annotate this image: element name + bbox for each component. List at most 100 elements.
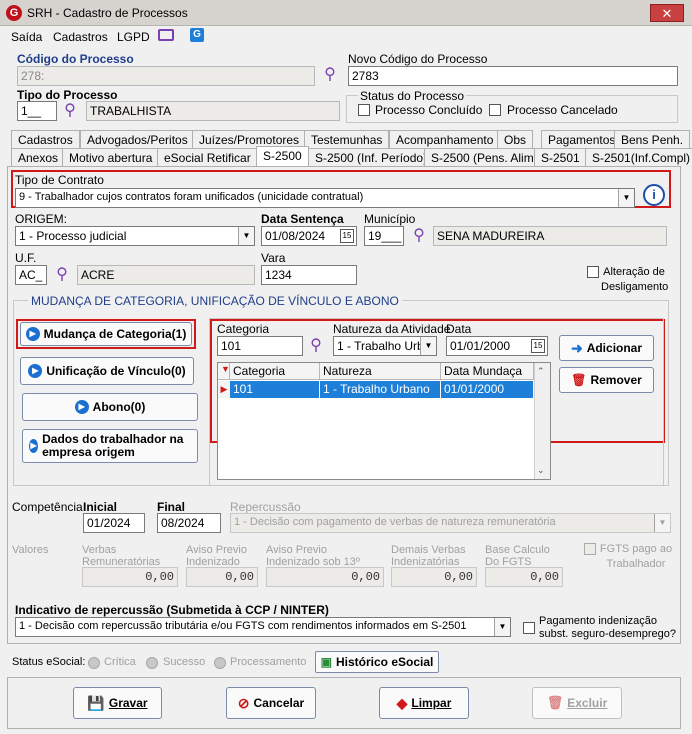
chevron-down-icon: ▼ bbox=[238, 227, 254, 245]
tipo-contrato-select[interactable]: 9 - Trabalhador cujos contratos foram un… bbox=[15, 188, 635, 208]
tab-testemunhas[interactable]: Testemunhas bbox=[304, 130, 390, 148]
tab-s2500-inf-periodo[interactable]: S-2500 (Inf. Período) bbox=[308, 148, 435, 166]
inicial-field[interactable]: 01/2024 bbox=[83, 513, 145, 533]
grid-header-categoria[interactable]: Categoria bbox=[230, 363, 320, 380]
natureza-select[interactable]: 1 - Trabalho Urba ▼ bbox=[333, 336, 437, 356]
data-field[interactable]: 01/01/2000 15 bbox=[446, 336, 548, 356]
calendar-icon[interactable]: 15 bbox=[340, 229, 354, 243]
tab-cadastros[interactable]: Cadastros bbox=[11, 130, 80, 148]
critica-radio bbox=[88, 657, 100, 669]
final-field[interactable]: 08/2024 bbox=[157, 513, 221, 533]
data-sentenca-label: Data Sentença bbox=[261, 212, 344, 226]
limpar-button[interactable]: ◆ Limpar bbox=[379, 687, 469, 719]
history-icon: ▣ bbox=[320, 655, 332, 669]
cancel-icon: ⊘ bbox=[237, 694, 250, 711]
grid-cell-natureza[interactable]: 1 - Trabalho Urbano bbox=[320, 381, 441, 398]
natureza-label: Natureza da Atividade bbox=[333, 322, 451, 336]
menu-lgpd[interactable]: LGPD bbox=[117, 30, 150, 44]
adicionar-button[interactable]: ➜ Adicionar bbox=[559, 335, 654, 361]
vara-field[interactable]: 1234 bbox=[261, 265, 357, 285]
search-tipo-icon[interactable]: ⚲ bbox=[60, 101, 80, 121]
tab-motivo-abertura[interactable]: Motivo abertura bbox=[62, 148, 160, 166]
row-pointer-icon: ▶ bbox=[218, 381, 230, 398]
tipo-contrato-value: 9 - Trabalhador cujos contratos foram un… bbox=[19, 191, 364, 203]
dados-trabalhador-button[interactable]: ▶ Dados do trabalhador na empresa origem bbox=[22, 429, 198, 463]
search-categoria-icon[interactable]: ⚲ bbox=[306, 336, 326, 356]
alteracao-desligamento-checkbox[interactable] bbox=[587, 266, 599, 278]
repercussao-select: 1 - Decisão com pagamento de verbas de n… bbox=[230, 513, 671, 533]
eraser-icon: ◆ bbox=[396, 694, 408, 711]
municipio-label: Município bbox=[364, 212, 416, 226]
pagamento-indenizacao-label: Pagamento indenização subst. seguro-dese… bbox=[539, 615, 676, 640]
municipio-code[interactable]: 19___ bbox=[364, 226, 404, 246]
grid-header-data[interactable]: Data Mundaça bbox=[441, 363, 534, 380]
trash-icon: 🗑 bbox=[546, 695, 564, 710]
menu-cadastros[interactable]: Cadastros bbox=[53, 30, 108, 44]
gravar-button[interactable]: 💾 Gravar bbox=[73, 687, 162, 719]
mudanca-categoria-button[interactable]: ▶ Mudança de Categoria(1) bbox=[20, 322, 192, 346]
play-icon: ▶ bbox=[25, 327, 40, 341]
scroll-up-icon[interactable]: ⌃ bbox=[537, 366, 545, 377]
tab-acompanhamento[interactable]: Acompanhamento bbox=[389, 130, 501, 148]
scroll-down-icon[interactable]: ⌄ bbox=[537, 465, 545, 476]
tipo-processo-code[interactable]: 1__ bbox=[17, 101, 57, 121]
pagamento-indenizacao-checkbox[interactable] bbox=[523, 622, 535, 634]
final-label: Final bbox=[157, 500, 186, 514]
historico-esocial-button[interactable]: ▣ Histórico eSocial bbox=[315, 651, 439, 673]
search-uf-icon[interactable]: ⚲ bbox=[52, 265, 72, 285]
tab-obs[interactable]: Obs bbox=[497, 130, 534, 148]
close-button[interactable]: ✕ bbox=[650, 4, 684, 22]
menu-saida[interactable]: Saída bbox=[11, 30, 42, 44]
tab-s2500-pens-alim[interactable]: S-2500 (Pens. Alim) bbox=[424, 148, 545, 166]
play-icon: ▶ bbox=[74, 400, 89, 414]
unificacao-vinculo-button[interactable]: ▶ Unificação de Vínculo(0) bbox=[20, 357, 194, 385]
excluir-button: 🗑 Excluir bbox=[532, 687, 622, 719]
tab-s2500[interactable]: S-2500 bbox=[256, 146, 309, 166]
gravar-label: Gravar bbox=[108, 696, 148, 710]
info-icon[interactable]: i bbox=[643, 184, 665, 206]
concluido-checkbox[interactable] bbox=[358, 104, 370, 116]
uf-code[interactable]: AC_ bbox=[15, 265, 47, 285]
tab-advogados[interactable]: Advogados/Peritos bbox=[80, 130, 195, 148]
tab-esocial-retificar[interactable]: eSocial Retificar bbox=[157, 148, 258, 166]
indicativo-value: 1 - Decisão com repercussão tributária e… bbox=[19, 620, 467, 632]
tab-s2501-inf-compl[interactable]: S-2501(Inf.Compl) bbox=[585, 148, 692, 166]
remover-button[interactable]: 🗑 Remover bbox=[559, 367, 654, 393]
data-sentenca-field[interactable]: 01/08/2024 15 bbox=[261, 226, 357, 246]
search-municipio-icon[interactable]: ⚲ bbox=[409, 226, 429, 246]
aviso-indenizado-field: 0,00 bbox=[186, 567, 258, 587]
vara-label: Vara bbox=[261, 251, 286, 265]
trash-icon: 🗑 bbox=[571, 373, 587, 387]
tab-bens-penh[interactable]: Bens Penh. bbox=[614, 130, 691, 148]
tab-pagamentos[interactable]: Pagamentos bbox=[541, 130, 623, 148]
grid-scrollbar[interactable] bbox=[534, 363, 550, 479]
repercussao-label: Repercussão bbox=[230, 500, 301, 514]
app-logo-icon: G bbox=[6, 5, 22, 21]
g-app-icon[interactable]: G bbox=[190, 28, 204, 42]
tipo-processo-desc: TRABALHISTA bbox=[86, 101, 340, 121]
inicial-label: Inicial bbox=[83, 500, 118, 514]
grid-header-natureza[interactable]: Natureza bbox=[320, 363, 441, 380]
grid-cell-data[interactable]: 01/01/2000 bbox=[441, 381, 534, 398]
monitor-icon[interactable] bbox=[158, 29, 174, 41]
cancelar-button[interactable]: ⊘ Cancelar bbox=[226, 687, 316, 719]
arrow-right-icon: ➜ bbox=[570, 339, 583, 356]
search-codigo-icon[interactable]: ⚲ bbox=[320, 65, 340, 85]
categoria-field[interactable]: 101 bbox=[217, 336, 303, 356]
calendar-icon[interactable]: 15 bbox=[531, 339, 545, 353]
status-processo-label: Status do Processo bbox=[358, 89, 467, 103]
origem-select[interactable]: 1 - Processo judicial ▼ bbox=[15, 226, 255, 246]
grid-cell-categoria[interactable]: 101 bbox=[230, 381, 320, 398]
base-fgts-label: Base Calculo Do FGTS bbox=[485, 544, 550, 568]
indicativo-select[interactable]: 1 - Decisão com repercussão tributária e… bbox=[15, 617, 511, 637]
novo-codigo-label: Novo Código do Processo bbox=[348, 52, 488, 66]
remover-label: Remover bbox=[590, 373, 642, 387]
cancelado-checkbox[interactable] bbox=[489, 104, 501, 116]
tab-s2501[interactable]: S-2501 bbox=[534, 148, 587, 166]
indicativo-label: Indicativo de repercussão (Submetida à C… bbox=[15, 603, 329, 617]
tab-anexos[interactable]: Anexos bbox=[11, 148, 66, 166]
novo-codigo-field[interactable]: 2783 bbox=[348, 66, 678, 86]
competencia-label: Competência bbox=[12, 500, 83, 514]
limpar-label: Limpar bbox=[411, 696, 452, 710]
abono-button[interactable]: ▶ Abono(0) bbox=[22, 393, 198, 421]
